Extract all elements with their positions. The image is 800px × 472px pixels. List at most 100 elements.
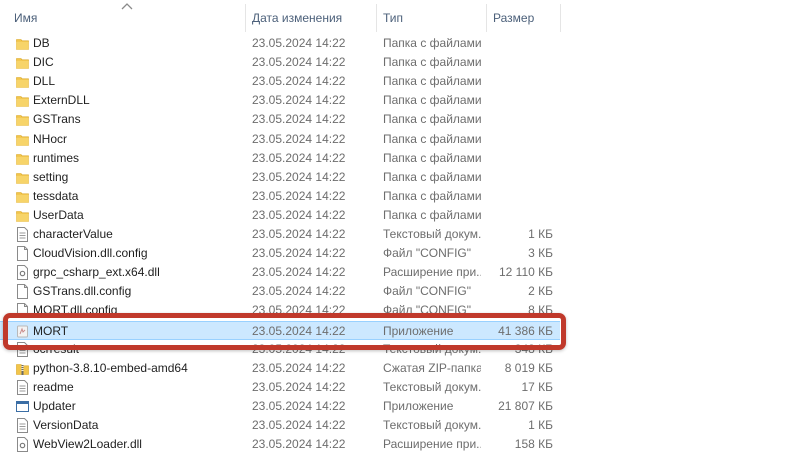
folder-icon [16,189,29,204]
file-row[interactable]: VersionData 23.05.2024 14:22 Текстовый док… [0,416,560,435]
file-type: Расширение при... [383,437,481,452]
folder-icon [16,55,29,70]
file-row[interactable]: NHocr 23.05.2024 14:22 Папка с файлами [0,130,560,149]
file-size: 8 019 КБ [504,360,553,375]
sort-ascending-icon [121,3,133,10]
file-name: GSTrans [33,112,81,127]
file-row[interactable]: ExternDLL 23.05.2024 14:22 Папка с файлами [0,91,560,110]
file-row[interactable]: DIC 23.05.2024 14:22 Папка с файлами [0,53,560,72]
highlight-box [3,313,566,350]
text-file-icon [16,227,29,242]
file-name: DLL [33,74,56,89]
folder-icon [16,170,29,185]
file-name: readme [33,379,74,394]
file-type: Папка с файлами [383,55,481,70]
dll-file-icon [16,265,29,281]
folder-icon [16,208,29,223]
file-row[interactable]: GSTrans.dll.config 23.05.2024 14:22 Файл "… [0,282,560,301]
file-icon [16,246,29,262]
file-name: DIC [33,55,54,70]
file-date: 23.05.2024 14:22 [252,55,346,70]
column-divider[interactable] [560,4,561,32]
file-type: Папка с файлами [383,188,481,203]
file-row[interactable]: DLL 23.05.2024 14:22 Папка с файлами [0,72,560,91]
file-row[interactable]: grpc_csharp_ext.x64.dll 23.05.2024 14:22 Р… [0,263,560,282]
file-row[interactable]: DB 23.05.2024 14:22 Папка с файлами [0,34,560,53]
file-name: characterValue [33,227,113,241]
file-row[interactable]: characterValue 23.05.2024 14:22 Текстовый … [0,225,560,244]
file-size [486,149,553,168]
file-type: Папка с файлами [383,207,481,222]
file-date: 23.05.2024 14:22 [252,284,346,299]
file-name: CloudVision.dll.config [33,246,148,261]
file-name: grpc_csharp_ext.x64.dll [33,265,160,280]
file-size [486,168,553,187]
file-size [486,187,553,206]
file-row[interactable]: CloudVision.dll.config 23.05.2024 14:22 Фа… [0,244,560,263]
file-row[interactable]: WebView2Loader.dll 23.05.2024 14:22 Расшир… [0,435,560,454]
app-window-icon [16,399,29,414]
file-name: setting [33,169,69,184]
file-row[interactable]: GSTrans 23.05.2024 14:22 Папка с файлами [0,110,560,129]
file-size: 1 КБ [528,227,553,241]
file-type: Приложение [383,398,454,413]
zip-folder-icon [16,361,29,376]
file-size [486,34,553,53]
folder-icon [16,151,29,166]
file-row[interactable]: setting 23.05.2024 14:22 Папка с файлами [0,168,560,187]
text-file-icon [16,418,29,433]
file-date: 23.05.2024 14:22 [252,398,346,413]
file-row[interactable]: python-3.8.10-embed-amd64 23.05.2024 14:2… [0,359,560,378]
file-date: 23.05.2024 14:22 [252,207,346,222]
file-type: Расширение при... [383,265,481,280]
file-date: 23.05.2024 14:22 [252,246,346,261]
file-row[interactable]: UserData 23.05.2024 14:22 Папка с файлами [0,206,560,225]
column-divider[interactable] [486,4,487,32]
file-row[interactable]: tessdata 23.05.2024 14:22 Папка с файлами [0,187,560,206]
file-size [486,72,553,91]
file-name: WebView2Loader.dll [33,437,142,452]
file-date: 23.05.2024 14:22 [252,150,346,165]
file-date: 23.05.2024 14:22 [252,93,346,108]
file-name: python-3.8.10-embed-amd64 [33,360,188,375]
folder-icon [16,112,29,127]
folder-icon [16,132,29,147]
file-size: 1 КБ [528,418,553,432]
file-name: NHocr [33,131,68,146]
file-date: 23.05.2024 14:22 [252,74,346,89]
file-name: runtimes [33,150,80,165]
file-row[interactable]: Updater 23.05.2024 14:22 Приложение 21 807 … [0,397,560,416]
file-size [486,110,553,129]
folder-icon [16,36,29,51]
file-date: 23.05.2024 14:22 [252,131,346,146]
file-size: 21 807 КБ [498,398,553,413]
file-type: Папка с файлами [383,169,481,184]
file-type: Папка с файлами [383,74,481,89]
file-date: 23.05.2024 14:22 [252,437,346,452]
file-name: DB [33,36,50,50]
file-type: Текстовый докум... [383,418,481,432]
file-name: VersionData [33,418,99,432]
column-header-size[interactable]: Размер [493,0,534,34]
file-date: 23.05.2024 14:22 [252,188,346,203]
folder-icon [16,74,29,89]
file-icon [16,284,29,300]
file-size [486,53,553,72]
file-size [486,206,553,225]
column-header-type[interactable]: Тип [383,0,403,34]
file-size [486,130,553,149]
file-type: Папка с файлами [383,36,481,50]
file-row[interactable]: runtimes 23.05.2024 14:22 Папка с файлами [0,149,560,168]
folder-icon [16,93,29,108]
column-header-date[interactable]: Дата изменения [252,0,342,34]
file-name: GSTrans.dll.config [33,284,132,299]
file-date: 23.05.2024 14:22 [252,112,346,127]
column-header-name[interactable]: Имя [14,0,37,34]
file-name: ExternDLL [33,93,90,108]
file-size: 158 КБ [514,437,553,452]
file-row[interactable]: readme 23.05.2024 14:22 Текстовый докум...… [0,378,560,397]
column-divider[interactable] [376,4,377,32]
file-type: Текстовый докум... [383,379,481,394]
column-divider[interactable] [245,4,246,32]
file-date: 23.05.2024 14:22 [252,36,346,50]
